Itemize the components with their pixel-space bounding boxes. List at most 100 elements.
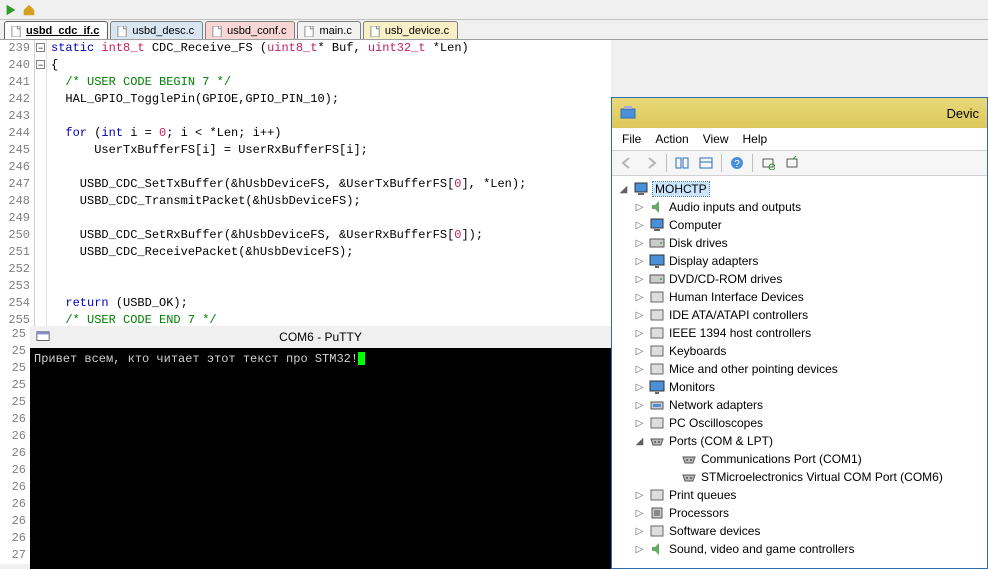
- putty-terminal[interactable]: Привет всем, кто читает этот текст про S…: [30, 348, 611, 569]
- code-line[interactable]: USBD_CDC_TransmitPacket(&hUsbDeviceFS);: [47, 193, 361, 210]
- code-line[interactable]: USBD_CDC_ReceivePacket(&hUsbDeviceFS);: [47, 244, 353, 261]
- fold-gutter[interactable]: [35, 108, 47, 125]
- code-line[interactable]: static int8_t CDC_Receive_FS (uint8_t* B…: [47, 40, 469, 57]
- expand-icon[interactable]: ▷: [634, 202, 645, 213]
- tree-node[interactable]: ▷Keyboards: [612, 342, 987, 360]
- tree-node[interactable]: ▷IDE ATA/ATAPI controllers: [612, 306, 987, 324]
- fold-gutter[interactable]: [35, 278, 47, 295]
- expand-icon[interactable]: ▷: [634, 418, 645, 429]
- menu-item[interactable]: View: [703, 132, 729, 146]
- code-line[interactable]: [47, 210, 51, 227]
- divider: [721, 154, 722, 172]
- expand-icon[interactable]: ▷: [634, 256, 645, 267]
- fold-gutter[interactable]: [35, 57, 47, 74]
- editor-tab[interactable]: usb_device.c: [363, 21, 458, 39]
- fold-gutter[interactable]: [35, 74, 47, 91]
- fold-gutter[interactable]: [35, 261, 47, 278]
- view-columns-button[interactable]: [671, 152, 693, 174]
- devmgr-titlebar[interactable]: Devic: [612, 98, 987, 128]
- tree-node[interactable]: ▷ PC Oscilloscopes: [612, 414, 987, 432]
- view-details-button[interactable]: [695, 152, 717, 174]
- expand-icon[interactable]: ▷: [634, 382, 645, 393]
- scan-button[interactable]: [757, 152, 779, 174]
- tree-node[interactable]: ▷Mice and other pointing devices: [612, 360, 987, 378]
- refresh-button[interactable]: [781, 152, 803, 174]
- code-editor[interactable]: 239static int8_t CDC_Receive_FS (uint8_t…: [0, 40, 611, 329]
- tree-node[interactable]: ▷Audio inputs and outputs: [612, 198, 987, 216]
- code-line[interactable]: USBD_CDC_SetRxBuffer(&hUsbDeviceFS, &Use…: [47, 227, 483, 244]
- menu-item[interactable]: Help: [743, 132, 768, 146]
- tree-node[interactable]: ▷Disk drives: [612, 234, 987, 252]
- menu-item[interactable]: Action: [655, 132, 688, 146]
- tree-node[interactable]: ▷Display adapters: [612, 252, 987, 270]
- tree-node[interactable]: ▷Network adapters: [612, 396, 987, 414]
- expand-icon[interactable]: ▷: [634, 400, 645, 411]
- expand-icon[interactable]: ▷: [634, 292, 645, 303]
- code-line[interactable]: [47, 278, 51, 295]
- node-label: PC Oscilloscopes: [669, 416, 763, 430]
- expand-icon[interactable]: ▷: [634, 508, 645, 519]
- expand-icon[interactable]: ▷: [634, 490, 645, 501]
- fold-gutter[interactable]: [35, 176, 47, 193]
- tree-node[interactable]: ▷Processors: [612, 504, 987, 522]
- line-number: 253: [0, 278, 35, 295]
- expand-icon[interactable]: ▷: [634, 346, 645, 357]
- fold-gutter[interactable]: [35, 159, 47, 176]
- fold-gutter[interactable]: [35, 142, 47, 159]
- code-line[interactable]: [47, 108, 51, 125]
- expand-icon[interactable]: ◢: [618, 184, 629, 195]
- tree-node[interactable]: ▷Human Interface Devices: [612, 288, 987, 306]
- tree-node[interactable]: ▷Monitors: [612, 378, 987, 396]
- tree-node[interactable]: ▷Print queues: [612, 486, 987, 504]
- code-line[interactable]: HAL_GPIO_TogglePin(GPIOE,GPIO_PIN_10);: [47, 91, 339, 108]
- expand-icon[interactable]: ▷: [634, 274, 645, 285]
- line-number: 25: [0, 326, 26, 343]
- tree-node[interactable]: ▷Software devices: [612, 522, 987, 540]
- tree-node[interactable]: ◢Ports (COM & LPT): [612, 432, 987, 450]
- tree-node[interactable]: ▷Computer: [612, 216, 987, 234]
- expand-icon[interactable]: ▷: [634, 526, 645, 537]
- code-line[interactable]: return (USBD_OK);: [47, 295, 188, 312]
- help-button[interactable]: ?: [726, 152, 748, 174]
- expand-icon[interactable]: ◢: [634, 436, 645, 447]
- editor-tab[interactable]: usbd_desc.c: [110, 21, 203, 39]
- tree-node[interactable]: ▷DVD/CD-ROM drives: [612, 270, 987, 288]
- fold-gutter[interactable]: [35, 91, 47, 108]
- home-icon[interactable]: [22, 3, 36, 17]
- menu-item[interactable]: File: [622, 132, 641, 146]
- fold-gutter[interactable]: [35, 40, 47, 57]
- code-line[interactable]: [47, 261, 51, 278]
- putty-titlebar[interactable]: COM6 - PuTTY: [30, 326, 611, 348]
- debug-run-icon[interactable]: [4, 3, 18, 17]
- expand-icon[interactable]: ▷: [634, 544, 645, 555]
- fold-gutter[interactable]: [35, 244, 47, 261]
- tree-root[interactable]: ◢МОНСТР: [612, 180, 987, 198]
- code-line[interactable]: /* USER CODE BEGIN 7 */: [47, 74, 231, 91]
- tree-node[interactable]: ▷Sound, video and game controllers: [612, 540, 987, 558]
- editor-tab[interactable]: usbd_cdc_if.c: [4, 21, 108, 39]
- device-tree[interactable]: ◢МОНСТР▷Audio inputs and outputs▷Compute…: [612, 176, 987, 568]
- line-number: 249: [0, 210, 35, 227]
- fold-gutter[interactable]: [35, 125, 47, 142]
- code-line[interactable]: USBD_CDC_SetTxBuffer(&hUsbDeviceFS, &Use…: [47, 176, 526, 193]
- fold-gutter[interactable]: [35, 295, 47, 312]
- editor-tab[interactable]: main.c: [297, 21, 360, 39]
- editor-tab[interactable]: usbd_conf.c: [205, 21, 295, 39]
- tree-leaf[interactable]: Communications Port (COM1): [612, 450, 987, 468]
- code-line[interactable]: {: [47, 57, 58, 74]
- code-line[interactable]: [47, 159, 51, 176]
- code-line[interactable]: for (int i = 0; i < *Len; i++): [47, 125, 281, 142]
- fold-gutter[interactable]: [35, 193, 47, 210]
- devmgr-app-icon: [620, 105, 636, 121]
- tree-leaf[interactable]: STMicroelectronics Virtual COM Port (COM…: [612, 468, 987, 486]
- line-number: 26: [0, 496, 26, 513]
- expand-icon[interactable]: ▷: [634, 328, 645, 339]
- expand-icon[interactable]: ▷: [634, 310, 645, 321]
- expand-icon[interactable]: ▷: [634, 238, 645, 249]
- tree-node[interactable]: ▷IEEE 1394 host controllers: [612, 324, 987, 342]
- expand-icon[interactable]: ▷: [634, 220, 645, 231]
- fold-gutter[interactable]: [35, 210, 47, 227]
- code-line[interactable]: UserTxBufferFS[i] = UserRxBufferFS[i];: [47, 142, 368, 159]
- fold-gutter[interactable]: [35, 227, 47, 244]
- expand-icon[interactable]: ▷: [634, 364, 645, 375]
